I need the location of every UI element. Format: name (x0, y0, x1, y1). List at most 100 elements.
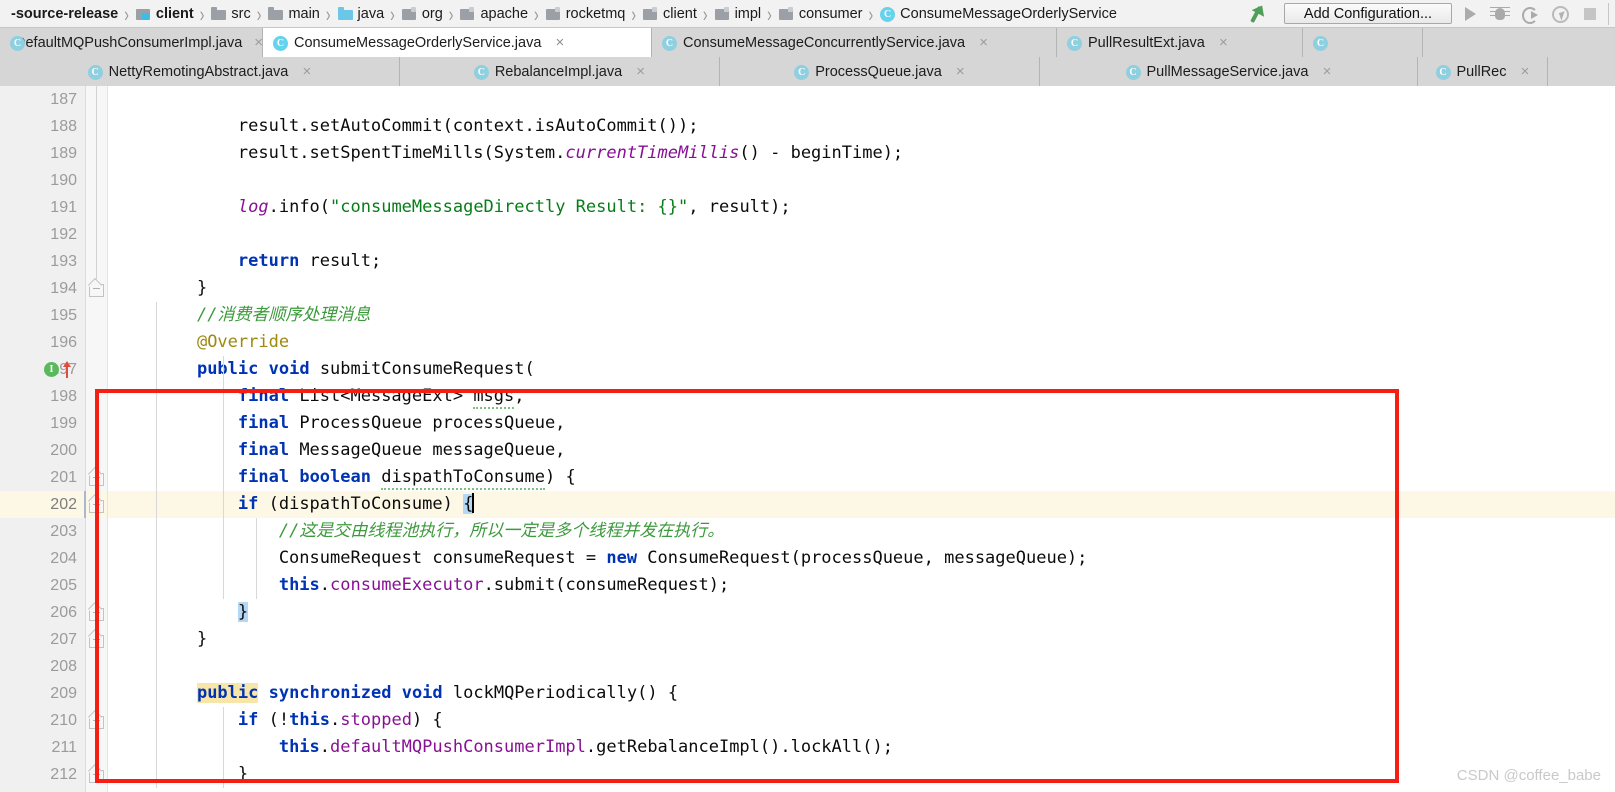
add-configuration-button[interactable]: Add Configuration... (1284, 3, 1452, 24)
breadcrumb-item-src[interactable]: src (208, 0, 252, 27)
code-line[interactable]: return result; (108, 248, 1615, 275)
line-number[interactable]: 193 (7, 248, 85, 275)
line-number[interactable]: 195 (7, 302, 85, 329)
code-line[interactable]: ConsumeRequest consumeRequest = new Cons… (108, 545, 1615, 572)
code-line[interactable] (108, 86, 1615, 113)
code-line[interactable]: @Override (108, 329, 1615, 356)
code-line[interactable]: } (108, 761, 1615, 788)
tab-close-icon[interactable]: × (1217, 35, 1230, 50)
line-number[interactable]: 198 (7, 383, 85, 410)
code-line[interactable]: log.info("consumeMessageDirectly Result:… (108, 194, 1615, 221)
code-editor[interactable]: 187 188 189 190 191 192 193 194 195 196 197 I 198 199… (0, 86, 1615, 792)
line-number[interactable]: 189 (7, 140, 85, 167)
tab-close-icon[interactable]: × (300, 64, 313, 79)
green-back-arrow-icon[interactable] (1250, 3, 1276, 25)
line-number[interactable]: 211 (7, 734, 85, 761)
fold-toggle-icon[interactable] (89, 280, 104, 297)
implementation-marker-icon[interactable]: I (44, 362, 59, 377)
breadcrumb-item-consumer[interactable]: consumer (776, 0, 865, 27)
tab-nettyremotingabstract[interactable]: C NettyRemotingAbstract.java × (0, 57, 400, 86)
breadcrumb-item-consumemessageorderlyservice[interactable]: C ConsumeMessageOrderlyService (877, 0, 1119, 27)
tab-close-icon[interactable]: × (977, 35, 990, 50)
code-line[interactable]: } (108, 599, 1615, 626)
code-line[interactable]: final ProcessQueue processQueue, (108, 410, 1615, 437)
run-button[interactable] (1458, 3, 1482, 25)
code-line[interactable]: } (108, 275, 1615, 302)
breadcrumb-item-rocketmq[interactable]: rocketmq (543, 0, 628, 27)
line-number[interactable]: 200 (7, 437, 85, 464)
line-number[interactable]: 208 (7, 653, 85, 680)
code-line[interactable]: if (dispathToConsume) { (108, 491, 1615, 518)
tab-close-icon[interactable]: × (954, 64, 967, 79)
code-line[interactable]: final boolean dispathToConsume) { (108, 464, 1615, 491)
line-number-gutter[interactable]: 187 188 189 190 191 192 193 194 195 196 197 I 198 199… (0, 86, 86, 792)
tab-close-icon[interactable]: × (553, 35, 566, 50)
line-number[interactable]: 201 (7, 464, 85, 491)
code-line[interactable]: this.consumeExecutor.submit(consumeReque… (108, 572, 1615, 599)
breadcrumb-item-org[interactable]: org (399, 0, 445, 27)
code-line[interactable]: } (108, 626, 1615, 653)
line-number[interactable]: 205 (7, 572, 85, 599)
fold-toggle-icon[interactable] (89, 604, 104, 621)
line-number[interactable]: 190 (7, 167, 85, 194)
tab-defaultmqpushconsumerimpl[interactable]: C DefaultMQPushConsumerImpl.java × (0, 28, 263, 57)
tab-close-icon[interactable]: × (1518, 64, 1531, 79)
code-line[interactable]: //这是交由线程池执行，所以一定是多个线程并发在执行。 (108, 518, 1615, 545)
code-content[interactable]: result.setAutoCommit(context.isAutoCommi… (108, 86, 1615, 792)
code-line[interactable] (108, 221, 1615, 248)
breadcrumb-item-main[interactable]: main (265, 0, 321, 27)
code-line[interactable]: final List<MessageExt> msgs, (108, 383, 1615, 410)
run-with-coverage-button[interactable] (1518, 3, 1542, 25)
tab-processqueue[interactable]: C ProcessQueue.java × (720, 57, 1040, 86)
debug-button[interactable] (1488, 3, 1512, 25)
tab-close-icon[interactable]: × (634, 64, 647, 79)
line-number[interactable]: 210 (7, 707, 85, 734)
breadcrumb-item-client[interactable]: client (133, 0, 196, 27)
tab-close-icon[interactable]: × (254, 35, 262, 50)
tab-pullmessageservice[interactable]: C PullMessageService.java × (1040, 57, 1418, 86)
code-folding-strip[interactable] (86, 86, 108, 792)
override-arrow-icon[interactable] (62, 361, 72, 378)
breadcrumb-item-impl[interactable]: impl (712, 0, 764, 27)
line-number[interactable]: 187 (7, 86, 85, 113)
line-number[interactable]: 192 (7, 221, 85, 248)
line-number[interactable]: 194 (7, 275, 85, 302)
code-line[interactable]: public void submitConsumeRequest( (108, 356, 1615, 383)
fold-toggle-icon[interactable] (89, 469, 104, 486)
tab-rebalanceimpl[interactable]: C RebalanceImpl.java × (400, 57, 720, 86)
breadcrumb-item-apache[interactable]: apache (457, 0, 530, 27)
code-line[interactable] (108, 167, 1615, 194)
line-number[interactable]: 202 (7, 491, 85, 518)
line-number[interactable]: 204 (7, 545, 85, 572)
line-number[interactable]: 203 (7, 518, 85, 545)
code-line[interactable]: result.setAutoCommit(context.isAutoCommi… (108, 113, 1615, 140)
breadcrumb-item-java[interactable]: java (335, 0, 387, 27)
stop-button[interactable] (1578, 3, 1602, 25)
line-number[interactable]: 188 (7, 113, 85, 140)
line-number[interactable]: 212 (7, 761, 85, 788)
code-line[interactable]: result.setSpentTimeMills(System.currentT… (108, 140, 1615, 167)
line-number[interactable]: 199 (7, 410, 85, 437)
line-number[interactable]: 206 (7, 599, 85, 626)
code-line[interactable]: public synchronized void lockMQPeriodica… (108, 680, 1615, 707)
tab-consumemessageorderlyservice[interactable]: C ConsumeMessageOrderlyService.java × (263, 28, 652, 57)
code-line[interactable] (108, 653, 1615, 680)
line-number[interactable]: 209 (7, 680, 85, 707)
fold-toggle-icon[interactable] (89, 631, 104, 648)
line-number[interactable]: 196 (7, 329, 85, 356)
fold-toggle-icon[interactable] (89, 766, 104, 783)
tab-pullresultext[interactable]: C PullResultExt.java × (1057, 28, 1303, 57)
code-line[interactable]: //消费者顺序处理消息 (108, 302, 1615, 329)
tab-tab[interactable]: C (1303, 28, 1423, 57)
line-number[interactable]: 207 (7, 626, 85, 653)
breadcrumb-item-client[interactable]: client (640, 0, 699, 27)
profile-button[interactable] (1548, 3, 1572, 25)
code-line[interactable]: if (!this.stopped) { (108, 707, 1615, 734)
tab-consumemessageconcurrentlyservice[interactable]: C ConsumeMessageConcurrentlyService.java × (652, 28, 1057, 57)
code-line[interactable]: final MessageQueue messageQueue, (108, 437, 1615, 464)
code-line[interactable]: this.defaultMQPushConsumerImpl.getRebala… (108, 734, 1615, 761)
breadcrumb-item-source-release[interactable]: -source-release (4, 0, 120, 27)
tab-pullrec[interactable]: C PullRec × (1418, 57, 1548, 86)
tab-close-icon[interactable]: × (1321, 64, 1334, 79)
line-number[interactable]: 191 (7, 194, 85, 221)
